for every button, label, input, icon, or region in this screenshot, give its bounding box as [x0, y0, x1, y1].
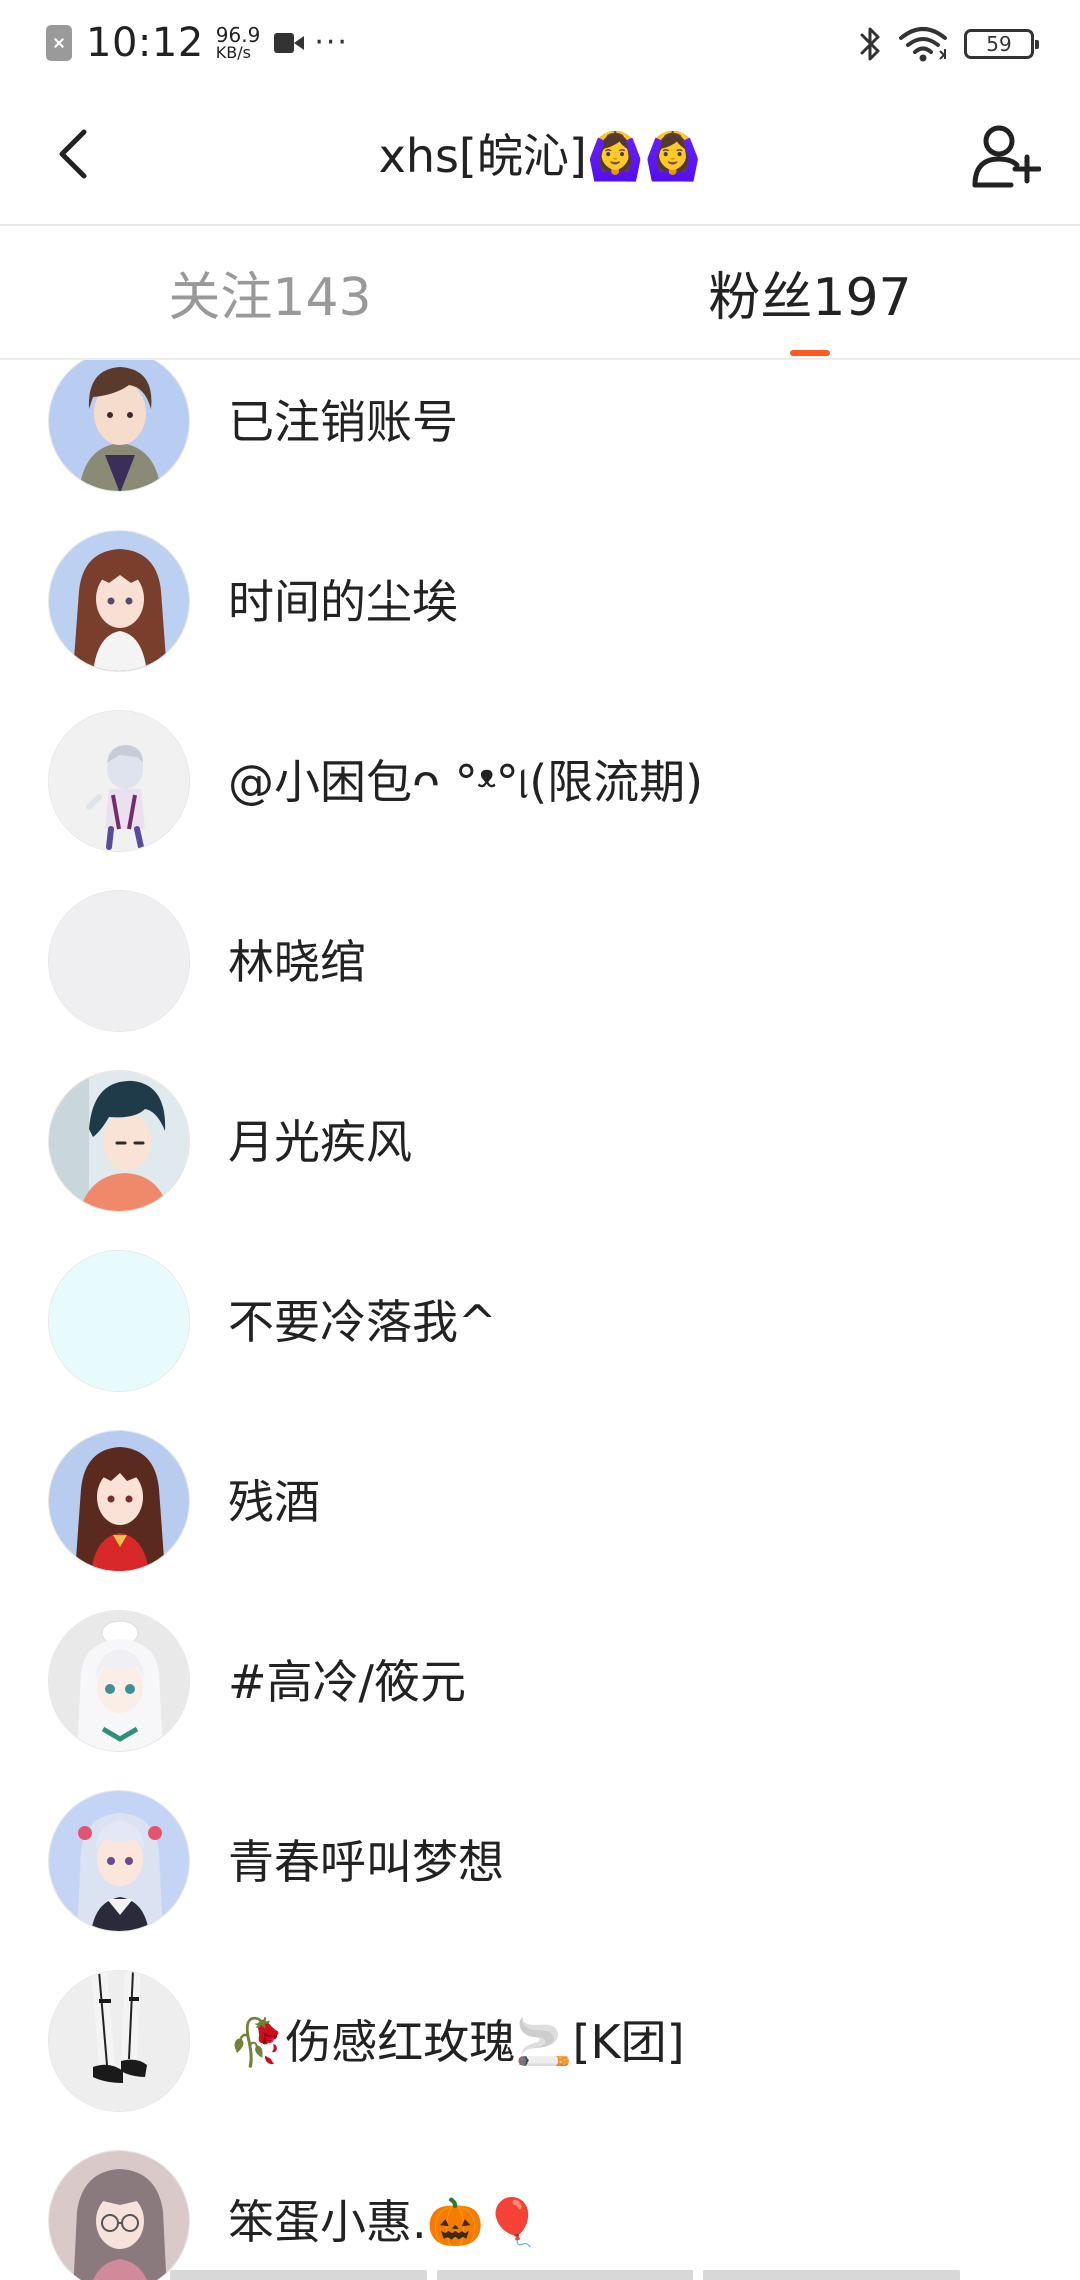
- list-item[interactable]: @小困包ᴖ °ᵜ°୲(限流期): [0, 692, 1080, 872]
- white-hair-girl-avatar[interactable]: [48, 1610, 190, 1752]
- scroll-hint-segment: [170, 2270, 427, 2280]
- bluetooth-icon: [860, 27, 880, 61]
- list-item[interactable]: 月光疾风: [0, 1052, 1080, 1232]
- scroll-hint-strip: [170, 2270, 961, 2280]
- list-item[interactable]: 残酒: [0, 1412, 1080, 1592]
- list-item[interactable]: 青春呼叫梦想: [0, 1772, 1080, 1952]
- battery-icon: 59: [964, 29, 1039, 59]
- follow-tabs: 关注143 粉丝197: [0, 226, 1080, 360]
- follower-name: 月光疾风: [228, 1115, 412, 1169]
- list-item[interactable]: 时间的尘埃: [0, 512, 1080, 692]
- add-user-icon: [972, 125, 1041, 188]
- follower-name: 残酒: [228, 1475, 320, 1529]
- battery-level: 59: [986, 32, 1012, 56]
- add-friend-button[interactable]: [968, 118, 1044, 194]
- scroll-hint-segment: [436, 2270, 694, 2280]
- status-bar-right: 59: [858, 20, 1039, 68]
- video-icon: [274, 33, 305, 53]
- tab-following[interactable]: 关注143: [70, 226, 470, 358]
- list-item[interactable]: #高冷/筱元: [0, 1592, 1080, 1772]
- pale-cyan-avatar[interactable]: [48, 1250, 190, 1392]
- status-time: 10:12: [86, 20, 204, 66]
- follower-name: #高冷/筱元: [228, 1655, 467, 1709]
- follower-name: 时间的尘埃: [228, 575, 458, 629]
- scroll-hint-segment: [703, 2270, 961, 2280]
- more-notifications-icon: ···: [314, 25, 349, 60]
- follower-name: 笨蛋小惠.🎃🎈: [228, 2195, 542, 2249]
- status-bar: 10:12 96.9 KB/s ··· 59: [0, 0, 1080, 88]
- list-item[interactable]: 已注销账号: [0, 360, 1080, 512]
- top-navigation-bar: xhs[皖沁]🙆‍♀️🙆‍♀️: [0, 88, 1080, 226]
- follower-name: 🥀伤感红玫瑰🚬[K团]: [228, 2015, 685, 2069]
- network-speed-unit: KB/s: [215, 43, 251, 62]
- list-item[interactable]: 🥀伤感红玫瑰🚬[K团]: [0, 1952, 1080, 2132]
- anime-boy-avatar[interactable]: [48, 360, 190, 492]
- follower-name: 林晓绾: [228, 935, 366, 989]
- network-speed-value: 96.9: [215, 23, 261, 47]
- anime-girl-avatar[interactable]: [48, 530, 190, 672]
- tab-followers[interactable]: 粉丝197: [610, 226, 1010, 358]
- anime-girl-red-avatar[interactable]: [48, 1430, 190, 1572]
- chibi-figure-avatar[interactable]: [48, 710, 190, 852]
- list-item[interactable]: 笨蛋小惠.🎃🎈: [0, 2132, 1080, 2280]
- silver-hair-girl-avatar[interactable]: [48, 1790, 190, 1932]
- wifi-icon: [899, 27, 947, 62]
- status-bar-left: 10:12 96.9 KB/s ···: [46, 18, 349, 68]
- follower-name: 不要冷落我^: [228, 1295, 497, 1349]
- glasses-girl-avatar[interactable]: [48, 2150, 190, 2280]
- chevron-left-icon: [59, 129, 87, 179]
- sim-off-icon: [46, 25, 72, 61]
- follower-name: 青春呼叫梦想: [228, 1835, 504, 1889]
- back-button[interactable]: [44, 124, 104, 184]
- follower-list[interactable]: 已注销账号 时间的尘埃 @小困包ᴖ °ᵜ°୲(限流期) 林晓绾 月光疾风 不要冷…: [0, 360, 1080, 2280]
- blank-avatar[interactable]: [48, 890, 190, 1032]
- network-speed: 96.9 KB/s: [216, 25, 261, 61]
- follower-name: 已注销账号: [228, 395, 458, 449]
- follower-name: @小困包ᴖ °ᵜ°୲(限流期): [228, 755, 704, 809]
- list-item[interactable]: 不要冷落我^: [0, 1232, 1080, 1412]
- anime-man-avatar[interactable]: [48, 1070, 190, 1212]
- list-item[interactable]: 林晓绾: [0, 872, 1080, 1052]
- legs-shoes-avatar[interactable]: [48, 1970, 190, 2112]
- active-tab-indicator: [790, 350, 830, 356]
- page-title: xhs[皖沁]🙆‍♀️🙆‍♀️: [378, 129, 702, 183]
